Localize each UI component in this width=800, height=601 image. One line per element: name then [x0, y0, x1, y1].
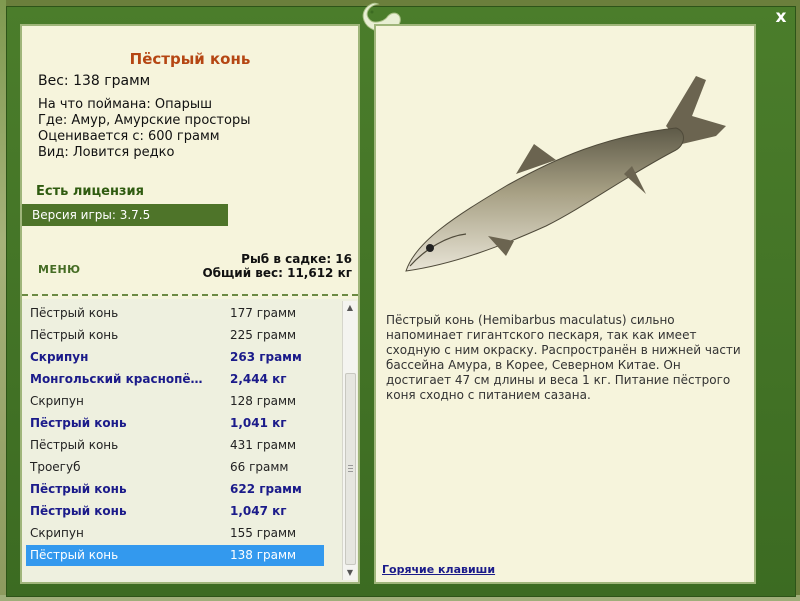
- catch-info-panel: Пёстрый конь Вес: 138 грамм На что пойма…: [20, 24, 360, 584]
- fish-rarity: Вид: Ловится редко: [38, 145, 175, 160]
- menu-button[interactable]: МЕНЮ: [38, 263, 81, 276]
- license-status: Есть лицензия: [36, 184, 144, 199]
- catch-name: Пёстрый конь: [30, 482, 127, 496]
- fish-image: [405, 76, 726, 272]
- catch-weight: 155 грамм: [230, 526, 297, 540]
- catch-weight: 2,444 кг: [230, 372, 287, 386]
- catch-list: Пёстрый конь 177 грамм Пёстрый конь 225 …: [22, 299, 358, 582]
- catch-weight: 138 грамм: [230, 548, 297, 562]
- catch-weight: 263 грамм: [230, 350, 302, 364]
- catch-list-item[interactable]: Скрипун 263 грамм: [26, 347, 324, 368]
- catch-count: Рыб в садке: 16: [241, 252, 352, 266]
- catch-weight: 66 грамм: [230, 460, 289, 474]
- scroll-thumb[interactable]: [345, 373, 356, 565]
- catch-name: Пёстрый конь: [30, 306, 119, 320]
- catch-name: Пёстрый конь: [30, 328, 119, 342]
- catch-name: Скрипун: [30, 526, 84, 540]
- fish-location: Где: Амур, Амурские просторы: [38, 113, 251, 128]
- fish-bait: На что поймана: Опарыш: [38, 97, 212, 112]
- catch-name: Монгольский краснопё…: [30, 372, 203, 386]
- catch-name: Троегуб: [30, 460, 81, 474]
- catch-name: Скрипун: [30, 394, 84, 408]
- catch-weight: 128 грамм: [230, 394, 297, 408]
- catch-name: Пёстрый конь: [30, 416, 127, 430]
- catch-list-item[interactable]: Пёстрый конь 622 грамм: [26, 479, 324, 500]
- fish-weight: Вес: 138 грамм: [38, 73, 151, 89]
- catch-list-item[interactable]: Скрипун 128 грамм: [26, 391, 324, 412]
- list-scrollbar[interactable]: ▲ ▼: [342, 301, 357, 580]
- fish-description: Пёстрый конь (Hemibarbus maculatus) силь…: [386, 313, 741, 402]
- version-bar: Версия игры: 3.7.5: [22, 204, 228, 226]
- catch-weight: 1,041 кг: [230, 416, 287, 430]
- catch-name: Скрипун: [30, 350, 89, 364]
- catch-list-item[interactable]: Пёстрый конь 1,047 кг: [26, 501, 324, 522]
- total-weight: Общий вес: 11,612 кг: [202, 266, 352, 280]
- catch-list-item[interactable]: Скрипун 155 грамм: [26, 523, 324, 544]
- catch-list-item[interactable]: Пёстрый конь 225 грамм: [26, 325, 324, 346]
- catch-name: Пёстрый конь: [30, 438, 119, 452]
- close-button[interactable]: x: [770, 6, 792, 28]
- catch-list-item-selected[interactable]: Пёстрый конь 138 грамм: [26, 545, 324, 566]
- scroll-up-icon[interactable]: ▲: [343, 301, 357, 315]
- fish-description-panel: Пёстрый конь (Hemibarbus maculatus) силь…: [374, 24, 756, 584]
- catch-weight: 431 грамм: [230, 438, 297, 452]
- catch-weight: 1,047 кг: [230, 504, 287, 518]
- scroll-down-icon[interactable]: ▼: [343, 566, 357, 580]
- fish-value: Оценивается с: 600 грамм: [38, 129, 220, 144]
- hotkeys-link[interactable]: Горячие клавиши: [382, 563, 495, 576]
- catch-list-item[interactable]: Троегуб 66 грамм: [26, 457, 324, 478]
- catch-weight: 622 грамм: [230, 482, 302, 496]
- divider: [22, 294, 358, 296]
- catch-list-item[interactable]: Пёстрый конь 1,041 кг: [26, 413, 324, 434]
- catch-weight: 177 грамм: [230, 306, 297, 320]
- fish-title: Пёстрый конь: [129, 50, 251, 68]
- catch-weight: 225 грамм: [230, 328, 297, 342]
- catch-name: Пёстрый конь: [30, 504, 127, 518]
- catch-name: Пёстрый конь: [30, 548, 119, 562]
- catch-list-item[interactable]: Пёстрый конь 431 грамм: [26, 435, 324, 456]
- catch-list-item[interactable]: Монгольский краснопё… 2,444 кг: [26, 369, 324, 390]
- catch-list-item[interactable]: Пёстрый конь 177 грамм: [26, 303, 324, 324]
